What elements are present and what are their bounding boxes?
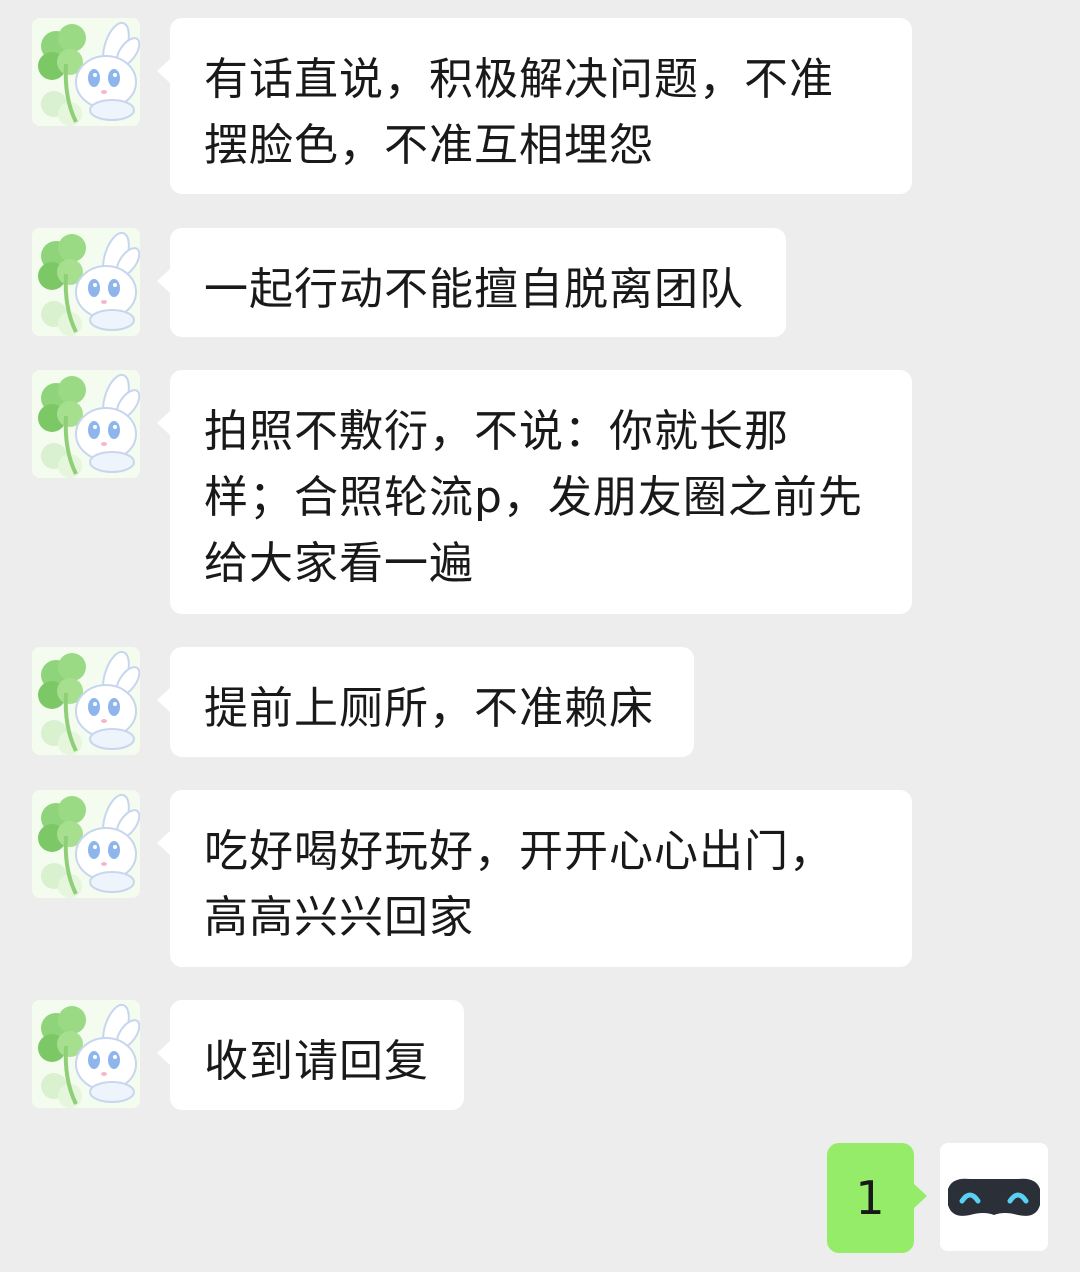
- message-bubble-self[interactable]: 1: [827, 1143, 927, 1253]
- clover-bunny-avatar-icon[interactable]: [32, 228, 140, 336]
- message-bubble[interactable]: 提前上厕所，不准赖床: [157, 647, 694, 757]
- message-bubble[interactable]: 一起行动不能擅自脱离团队: [157, 228, 786, 337]
- clover-bunny-avatar-icon[interactable]: [32, 1000, 140, 1108]
- clover-bunny-avatar-icon[interactable]: [32, 370, 140, 478]
- message-bubble[interactable]: 吃好喝好玩好，开开心心出门，高高兴兴回家: [157, 790, 912, 967]
- mask-avatar-icon[interactable]: [940, 1143, 1048, 1251]
- clover-bunny-avatar-icon[interactable]: [32, 18, 140, 126]
- message-bubble[interactable]: 收到请回复: [157, 1000, 464, 1110]
- message-bubble[interactable]: 有话直说，积极解决问题，不准摆脸色，不准互相埋怨: [157, 18, 912, 194]
- clover-bunny-avatar-icon[interactable]: [32, 790, 140, 898]
- clover-bunny-avatar-icon[interactable]: [32, 647, 140, 755]
- message-bubble[interactable]: 拍照不敷衍，不说：你就长那样；合照轮流p，发朋友圈之前先给大家看一遍: [157, 370, 912, 614]
